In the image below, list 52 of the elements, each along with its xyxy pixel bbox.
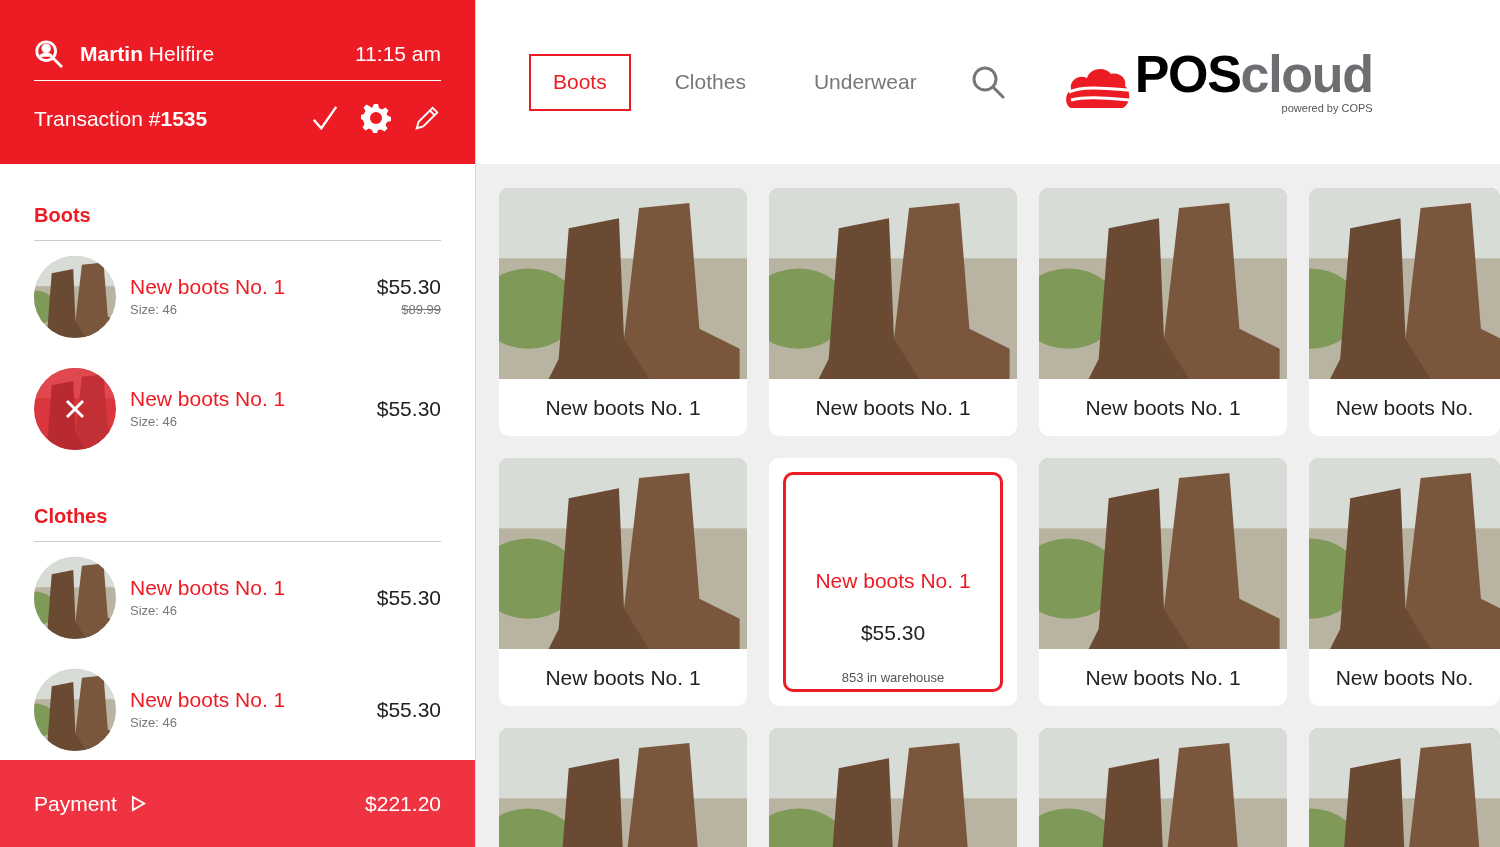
category-heading: Clothes [34, 501, 441, 542]
product-name: New boots No. 1 [545, 664, 701, 691]
payment-total: $221.20 [365, 790, 441, 817]
product-card[interactable]: New boots No. [1309, 458, 1500, 706]
transaction-number: Transaction #1535 [34, 105, 208, 132]
product-price: $55.30 [860, 619, 926, 646]
product-size: Size: 46 [130, 714, 178, 733]
search-icon[interactable] [970, 65, 1005, 99]
product-card[interactable]: New boots No. [1309, 188, 1500, 436]
product-price: $55.30 [376, 274, 441, 301]
product-name: New boots No. 1 [815, 568, 971, 594]
category-tab[interactable]: Underwear [789, 53, 941, 111]
logo-tagline: powered by COPS [1281, 100, 1373, 116]
stock-count: 853 in warehouse [841, 669, 945, 687]
product-name: New boots No. 1 [130, 386, 286, 413]
product-name: New boots No. 1 [1085, 394, 1241, 421]
product-name: New boots No. [1335, 664, 1474, 691]
logo-wordmark-secondary: cloud [1240, 47, 1373, 100]
product-name: New boots No. 1 [545, 394, 701, 421]
product-card[interactable]: New boots No. 1 $55.30 853 in warehouse [769, 458, 1017, 706]
product-price: $55.30 [376, 584, 441, 611]
product-size: Size: 46 [130, 413, 178, 432]
product-card[interactable]: New boots No. 1 [1039, 458, 1287, 706]
customer-name: Martin Helifire [80, 41, 215, 67]
product-card[interactable]: New boots No. 1 [1039, 188, 1287, 436]
settings-icon[interactable] [361, 103, 391, 134]
product-card[interactable]: New boots No. 1 [499, 188, 747, 436]
product-name: New boots No. 1 [130, 274, 286, 301]
clock-time: 11:15 am [355, 41, 441, 67]
product-name: New boots No. [1335, 394, 1474, 421]
payment-label: Payment [34, 790, 117, 817]
product-card[interactable]: New boots No. 1 [769, 188, 1017, 436]
product-price: $55.30 [376, 696, 441, 723]
product-size: Size: 46 [130, 301, 178, 320]
product-price: $55.30 [376, 395, 441, 422]
play-icon [130, 795, 146, 812]
product-name: New boots No. 1 [130, 575, 286, 602]
category-tab[interactable]: Clothes [650, 53, 770, 111]
logo-wordmark: POS [1134, 47, 1241, 100]
product-name: New boots No. 1 [1085, 664, 1241, 691]
pencil-icon[interactable] [413, 104, 441, 133]
user-search-icon[interactable] [34, 38, 64, 69]
close-icon[interactable] [65, 399, 85, 419]
category-tab[interactable]: Boots [529, 53, 631, 111]
product-size: Size: 46 [130, 602, 178, 621]
payment-button[interactable]: Payment $221.20 [0, 760, 475, 847]
original-price: $89.99 [401, 301, 441, 320]
category-heading: Boots [34, 200, 441, 241]
product-name: New boots No. 1 [815, 394, 971, 421]
product-name: New boots No. 1 [130, 687, 286, 714]
checkmark-icon[interactable] [311, 104, 339, 133]
product-card[interactable]: New boots No. 1 [499, 458, 747, 706]
